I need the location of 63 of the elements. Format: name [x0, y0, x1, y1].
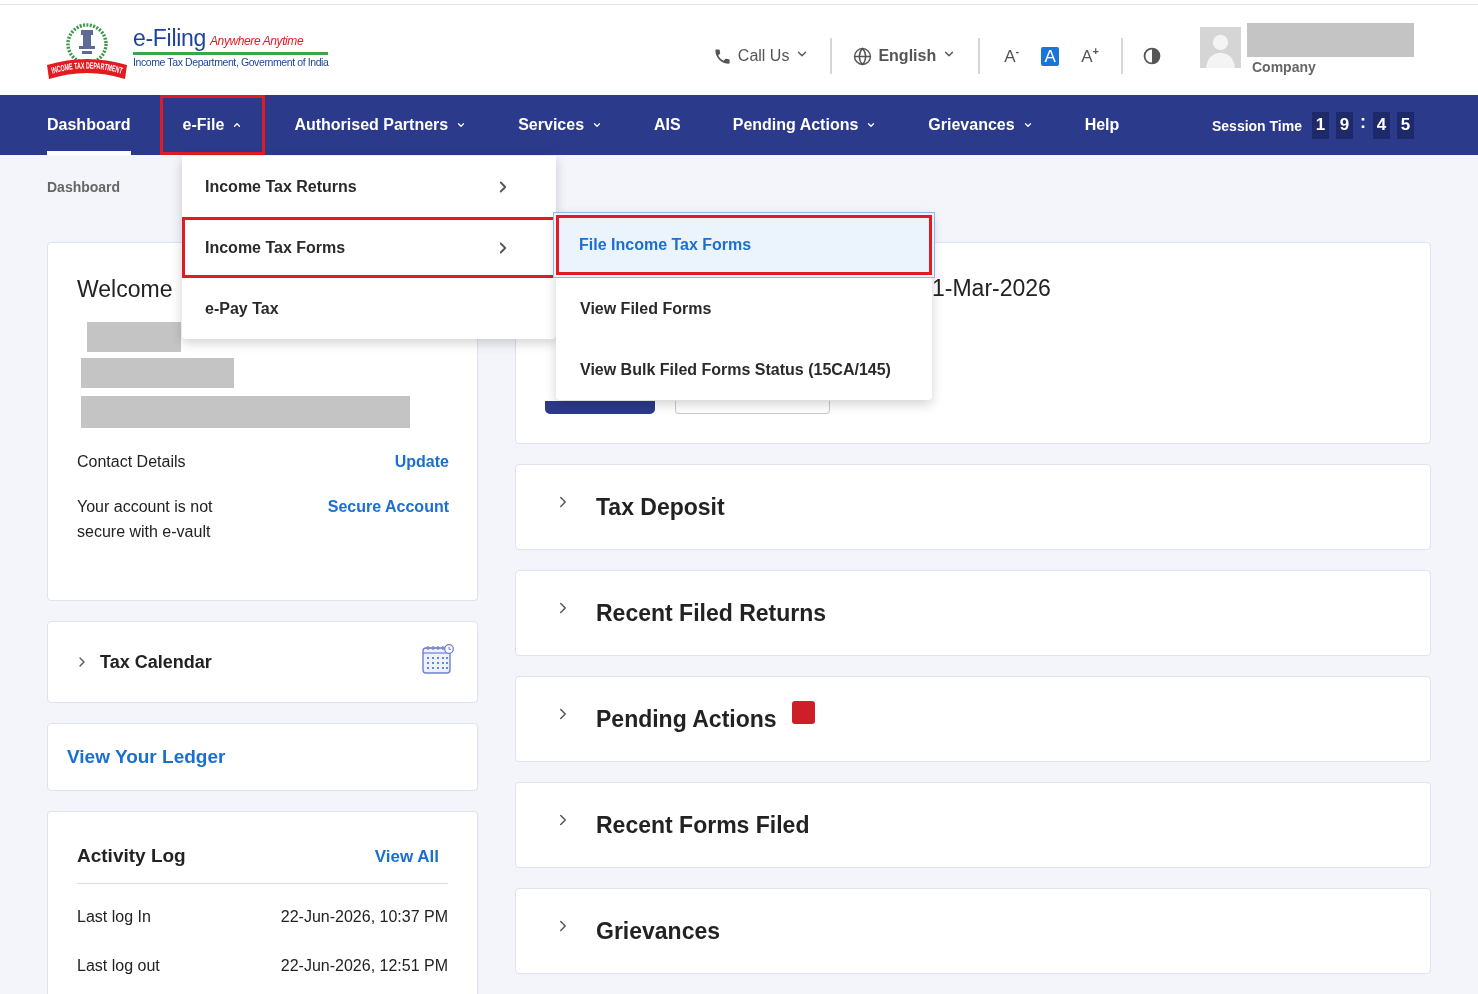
nav-tab[interactable]: Services [495, 95, 626, 155]
nav-tab[interactable]: Pending Actions [709, 95, 900, 155]
nav-tab[interactable]: Help [1061, 95, 1143, 155]
section-title: Grievances [596, 916, 721, 946]
font-size-button[interactable]: A [1041, 46, 1060, 66]
nav-tab[interactable]: Dashboard [24, 95, 154, 155]
activity-timestamp: 22-Jun-2026, 12:51 PM [280, 955, 448, 976]
call-us-button[interactable]: Call Us [712, 44, 810, 68]
globe-icon [853, 46, 873, 66]
security-note: Your account is not secure with e-vault [77, 497, 214, 542]
user-role: Company [1251, 58, 1317, 77]
timer-digit: 9 [1336, 111, 1353, 139]
view-ledger-link[interactable]: View Your Ledger [67, 742, 226, 772]
update-link[interactable]: Update [394, 450, 449, 474]
timer-digit: 5 [1397, 111, 1414, 139]
timer-digit: 4 [1373, 111, 1390, 139]
nav-tab[interactable]: e-File [159, 95, 266, 155]
calendar-icon [422, 644, 454, 674]
font-size-button[interactable]: A$^{+}$ [1079, 46, 1101, 66]
accordion-card[interactable]: Tax Deposit [515, 464, 1431, 550]
accordion-card[interactable]: Pending Actions [515, 676, 1431, 762]
activity-label: Last log out [77, 955, 160, 976]
accordion-card[interactable]: Recent Forms Filed [515, 782, 1431, 868]
contrast-icon[interactable] [1143, 47, 1161, 65]
session-time-label: Session Time [1212, 116, 1302, 136]
logo-title: e-Filing [133, 26, 206, 51]
menu-item[interactable]: Income Tax Forms [182, 217, 556, 278]
secondary-button[interactable] [675, 401, 830, 414]
font-size-button[interactable]: A$^{-}$ [1002, 46, 1022, 66]
logo-subtitle: Income Tax Department, Government of India [133, 55, 329, 70]
section-title: Recent Forms Filed [596, 810, 810, 840]
language-selector[interactable]: English [853, 44, 957, 68]
section-title: Pending Actions [596, 704, 777, 734]
accordion-card[interactable]: Recent Filed Returns [515, 570, 1431, 656]
view-all-link[interactable]: View All [374, 843, 439, 869]
activity-label: Last log In [77, 906, 151, 927]
phone-icon [712, 46, 732, 66]
menu-item[interactable]: e-Pay Tax [182, 278, 556, 339]
tax-calendar-title: Tax Calendar [100, 650, 212, 674]
accordion-card[interactable]: Grievances [515, 888, 1431, 974]
activity-timestamp: 22-Jun-2026, 10:37 PM [280, 906, 448, 927]
timer-separator: : [1360, 110, 1366, 134]
menu-item[interactable]: Income Tax Returns [182, 156, 556, 217]
contact-details-label: Contact Details [77, 452, 186, 472]
breadcrumb-link[interactable]: Dashboard [47, 177, 121, 198]
nav-tab[interactable]: AIS [631, 95, 704, 155]
activity-log-title: Activity Log [77, 844, 186, 868]
timer-digit: 1 [1312, 111, 1329, 139]
logo-tagline: Anywhere Anytime [210, 34, 304, 49]
date-text: 1-Mar-2026 [932, 274, 1051, 302]
avatar-icon [1200, 27, 1241, 68]
submenu-item[interactable]: File Income Tax Forms [553, 212, 935, 278]
nav-tab[interactable]: Grievances [905, 95, 1056, 155]
section-title: Tax Deposit [596, 492, 725, 522]
emblem-logo: INCOME TAX DEPARTMENT [47, 23, 127, 79]
submenu-item[interactable]: View Bulk Filed Forms Status (15CA/145) [556, 339, 932, 400]
primary-button[interactable] [545, 401, 655, 414]
secure-account-link[interactable]: Secure Account [327, 494, 449, 519]
section-title: Recent Filed Returns [596, 598, 827, 628]
welcome-heading: Welcome [77, 275, 173, 303]
submenu-item[interactable]: View Filed Forms [556, 278, 932, 339]
nav-tab[interactable]: Authorised Partners [271, 95, 490, 155]
tax-calendar-card[interactable]: Tax Calendar [47, 621, 478, 703]
